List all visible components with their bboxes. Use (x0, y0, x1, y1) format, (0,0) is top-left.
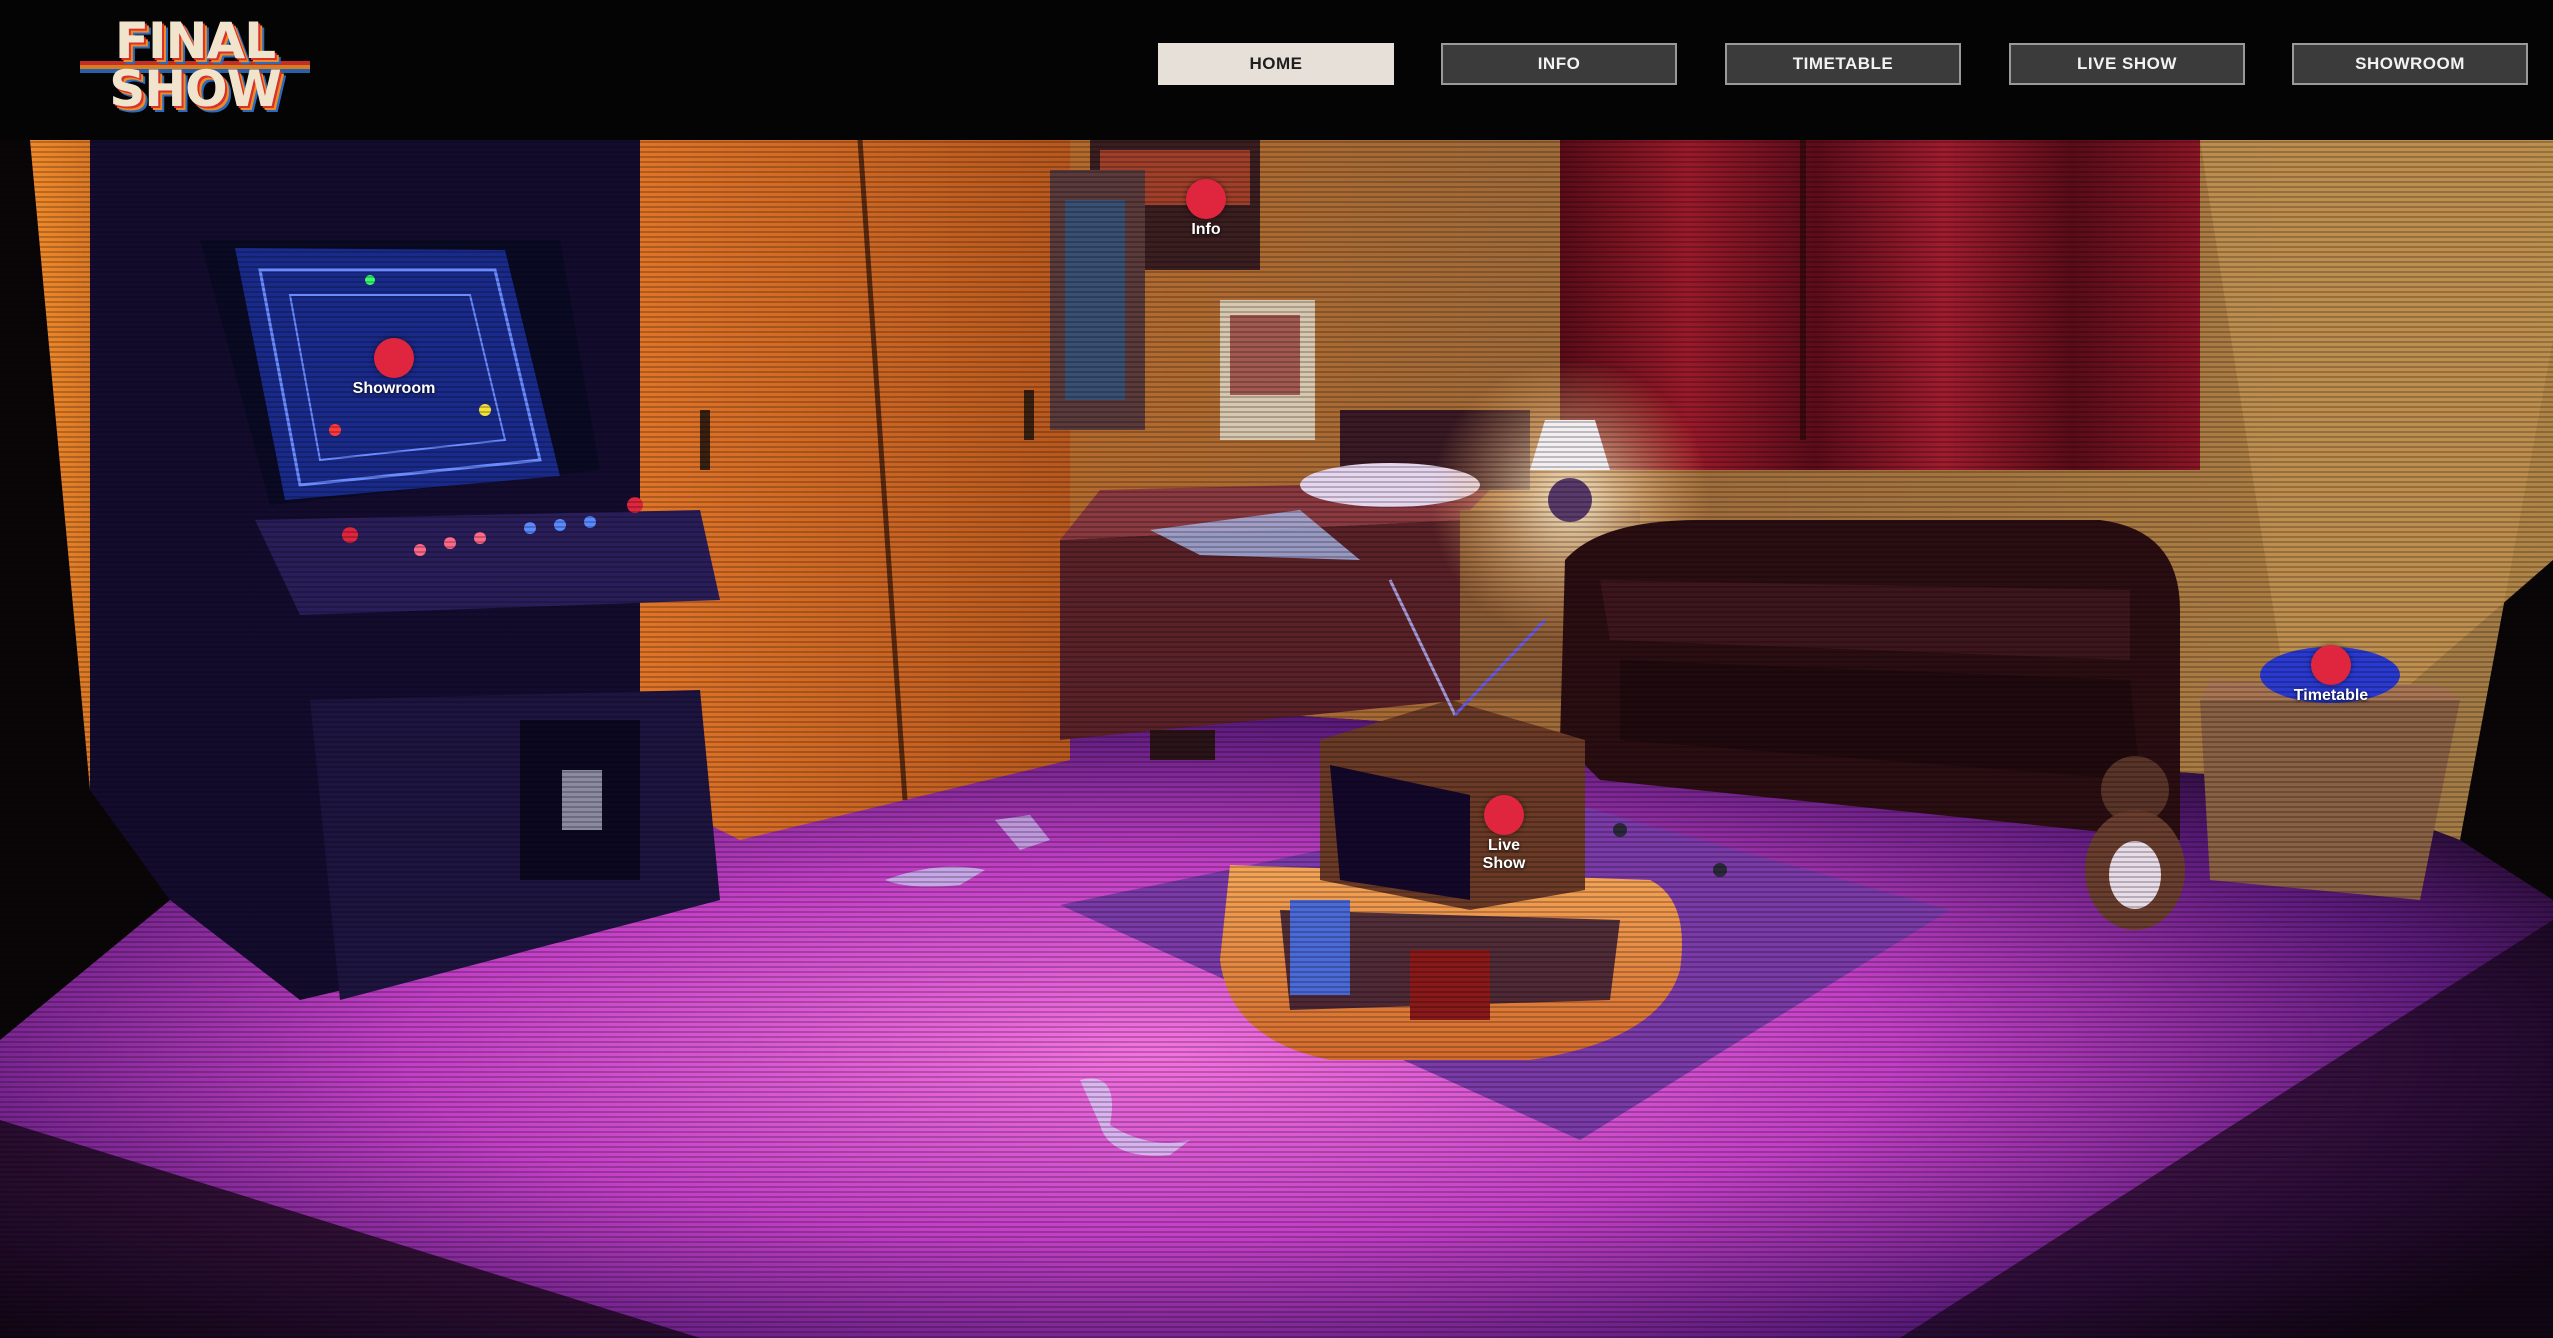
hotspot-marker-icon[interactable] (1484, 795, 1524, 835)
room-illustration (0, 140, 2553, 1338)
hotspot-timetable[interactable]: Timetable (2261, 645, 2401, 705)
hotspot-live-show-label[interactable]: Live Show (1474, 837, 1534, 873)
nav-timetable-button[interactable]: TIMETABLE (1725, 43, 1961, 85)
hotspot-marker-icon[interactable] (374, 338, 414, 378)
hotspot-showroom[interactable]: Showroom (324, 338, 464, 398)
main-nav: HOME INFO TIMETABLE LIVE SHOW SHOWROOM (0, 43, 2553, 87)
nav-live-show-button[interactable]: LIVE SHOW (2009, 43, 2245, 85)
hotspot-marker-icon[interactable] (2311, 645, 2351, 685)
retro-bedroom-scene: Showroom Info Live Show Timetable (0, 140, 2553, 1338)
site-header: FINAL SHOW HOME INFO TIMETABLE LIVE SHOW… (0, 0, 2553, 140)
hotspot-timetable-label[interactable]: Timetable (2261, 687, 2401, 705)
nav-home-button[interactable]: HOME (1158, 43, 1394, 85)
hotspot-info[interactable]: Info (1136, 179, 1276, 239)
hotspot-info-label[interactable]: Info (1136, 221, 1276, 239)
nav-info-button[interactable]: INFO (1441, 43, 1677, 85)
hotspot-showroom-label[interactable]: Showroom (324, 380, 464, 398)
app-root: FINAL SHOW HOME INFO TIMETABLE LIVE SHOW… (0, 0, 2553, 1338)
nav-showroom-button[interactable]: SHOWROOM (2292, 43, 2528, 85)
hotspot-live-show[interactable]: Live Show (1434, 795, 1574, 873)
hotspot-marker-icon[interactable] (1186, 179, 1226, 219)
